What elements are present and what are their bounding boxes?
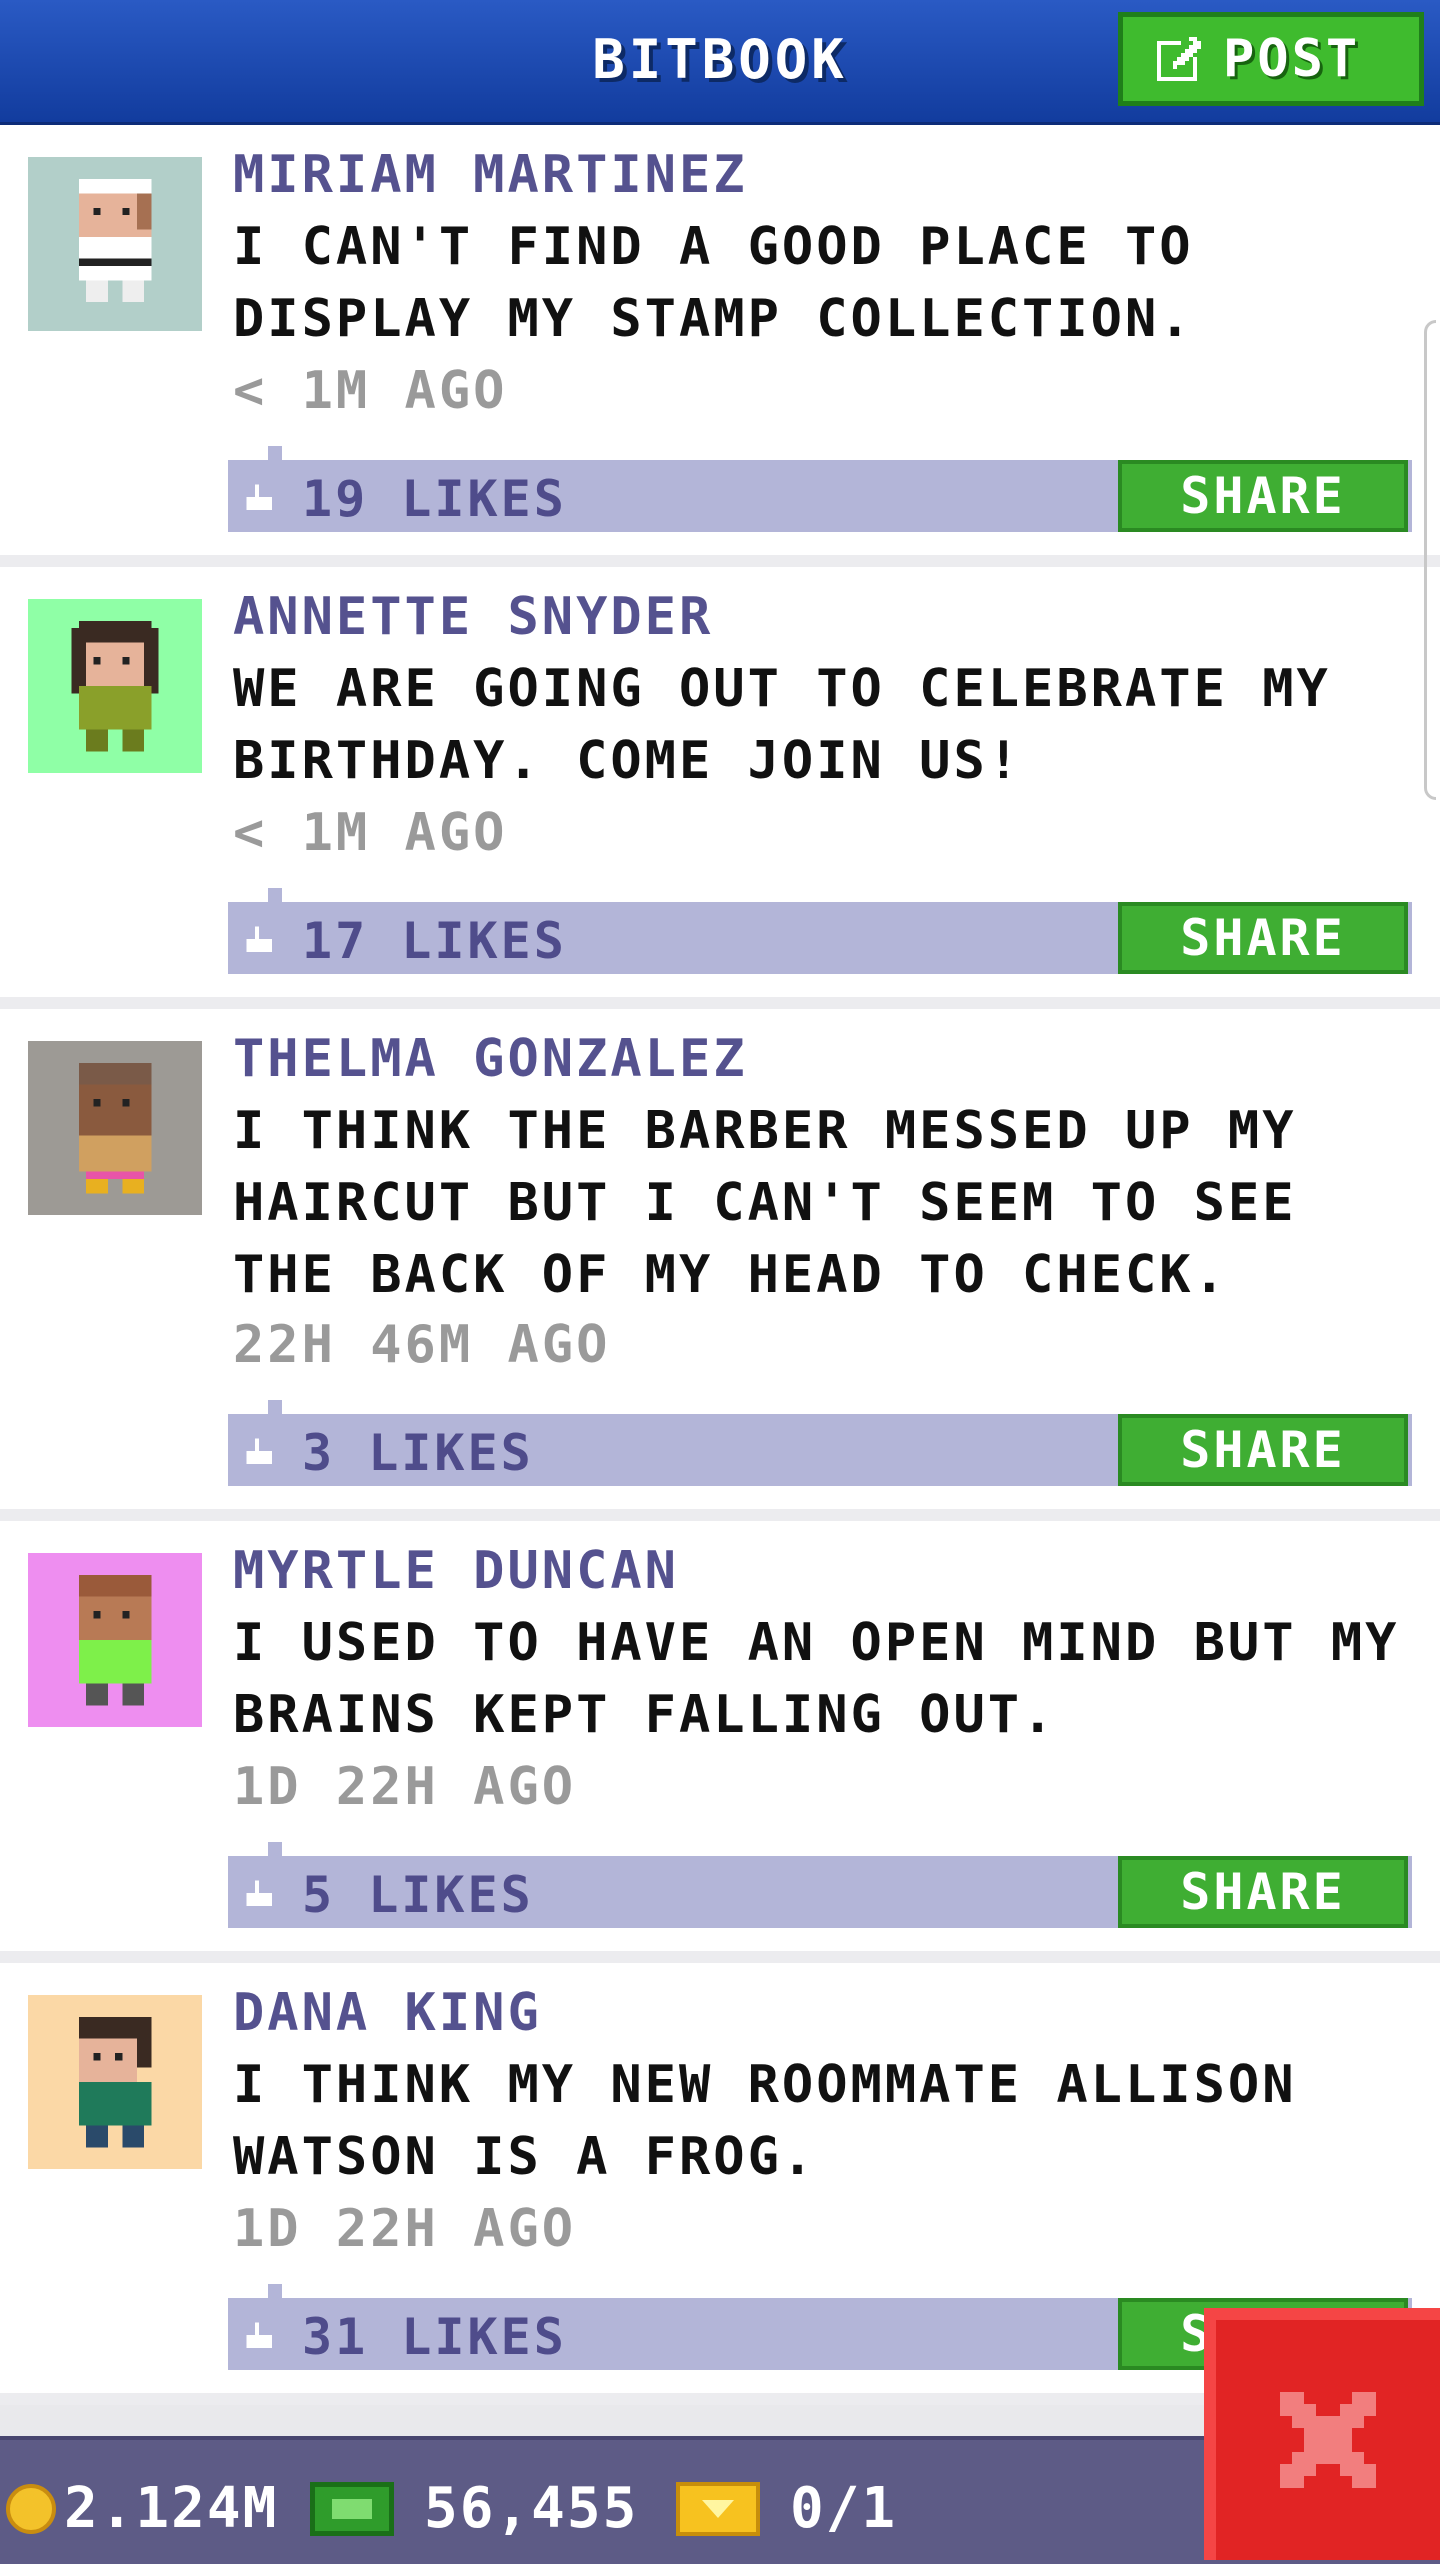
post-message: WE ARE GOING OUT TO CELEBRATE MY BIRTHDA…: [233, 659, 1331, 791]
thumbs-up-icon: [246, 926, 272, 952]
like-bar-tab: [268, 1842, 282, 1856]
like-bar[interactable]: 19 LIKES SHARE: [228, 446, 1412, 532]
post-message: I CAN'T FIND A GOOD PLACE TO DISPLAY MY …: [233, 217, 1194, 349]
post-card: ANNETTE SNYDER WE ARE GOING OUT TO CELEB…: [0, 567, 1440, 1009]
post-card: MYRTLE DUNCAN I USED TO HAVE AN OPEN MIN…: [0, 1521, 1440, 1963]
coin-icon: [6, 2483, 56, 2534]
likes-count: 19 LIKES: [302, 470, 567, 528]
thumbs-up-icon: [246, 2322, 272, 2348]
avatar: [28, 599, 202, 773]
bux-value: 56,455: [424, 2476, 639, 2541]
post-card: MIRIAM MARTINEZ I CAN'T FIND A GOOD PLAC…: [0, 125, 1440, 567]
person-icon: [78, 1574, 152, 1706]
avatar: [28, 1553, 202, 1727]
share-button[interactable]: SHARE: [1118, 1414, 1408, 1486]
feed-list: MIRIAM MARTINEZ I CAN'T FIND A GOOD PLAC…: [0, 125, 1440, 2405]
avatar: [28, 1995, 202, 2169]
likes-count: 17 LIKES: [302, 912, 567, 970]
post-author[interactable]: MYRTLE DUNCAN: [233, 1541, 679, 1601]
like-bar-tab: [268, 446, 282, 460]
post-time: < 1M AGO: [233, 361, 508, 421]
coins-stat: 2.124M: [6, 2476, 278, 2541]
share-button[interactable]: SHARE: [1118, 902, 1408, 974]
post-message: I USED TO HAVE AN OPEN MIND BUT MY BRAIN…: [233, 1613, 1400, 1745]
person-icon: [78, 2016, 152, 2148]
ticket-icon: [676, 2481, 760, 2536]
post-time: < 1M AGO: [233, 803, 508, 863]
share-button[interactable]: SHARE: [1118, 460, 1408, 532]
post-card: THELMA GONZALEZ I THINK THE BARBER MESSE…: [0, 1009, 1440, 1521]
post-button[interactable]: POST: [1118, 12, 1424, 106]
post-time: 1D 22H AGO: [233, 1757, 577, 1817]
avatar: [28, 1041, 202, 1215]
karate-person-icon: [78, 178, 152, 302]
like-bar[interactable]: 17 LIKES SHARE: [228, 888, 1412, 974]
post-author[interactable]: THELMA GONZALEZ: [233, 1029, 748, 1089]
thumbs-up-icon: [246, 1438, 272, 1464]
person-icon: [71, 620, 159, 752]
like-bar[interactable]: 3 LIKES SHARE: [228, 1400, 1412, 1486]
app-header: BITBOOK POST: [0, 0, 1440, 125]
post-message: I THINK MY NEW ROOMMATE ALLISON WATSON I…: [233, 2055, 1297, 2187]
post-button-label: POST: [1223, 29, 1361, 89]
bux-stat: 56,455: [310, 2476, 638, 2541]
likes-count: 31 LIKES: [302, 2308, 567, 2366]
coins-value: 2.124M: [64, 2476, 279, 2541]
close-icon: [1280, 2392, 1376, 2488]
post-time: 1D 22H AGO: [233, 2199, 577, 2259]
tickets-stat: 0/1: [676, 2476, 897, 2541]
like-bar-tab: [268, 1400, 282, 1414]
thumbs-up-icon: [246, 484, 272, 510]
like-bar-tab: [268, 2284, 282, 2298]
share-button[interactable]: SHARE: [1118, 1856, 1408, 1928]
close-button[interactable]: [1204, 2308, 1440, 2560]
bux-icon: [310, 2481, 394, 2536]
avatar: [28, 157, 202, 331]
post-author[interactable]: DANA KING: [233, 1983, 542, 2043]
like-bar[interactable]: 5 LIKES SHARE: [228, 1842, 1412, 1928]
post-message: I THINK THE BARBER MESSED UP MY HAIRCUT …: [233, 1101, 1297, 1305]
post-time: 22H 46M AGO: [233, 1315, 611, 1375]
likes-count: 3 LIKES: [302, 1424, 534, 1482]
person-icon: [78, 1062, 152, 1194]
like-bar-tab: [268, 888, 282, 902]
scrollbar[interactable]: [1424, 320, 1436, 800]
likes-count: 5 LIKES: [302, 1866, 534, 1924]
thumbs-up-icon: [246, 1880, 272, 1906]
edit-icon: [1157, 37, 1201, 81]
post-author[interactable]: MIRIAM MARTINEZ: [233, 145, 748, 205]
post-author[interactable]: ANNETTE SNYDER: [233, 587, 713, 647]
tickets-value: 0/1: [790, 2476, 898, 2541]
